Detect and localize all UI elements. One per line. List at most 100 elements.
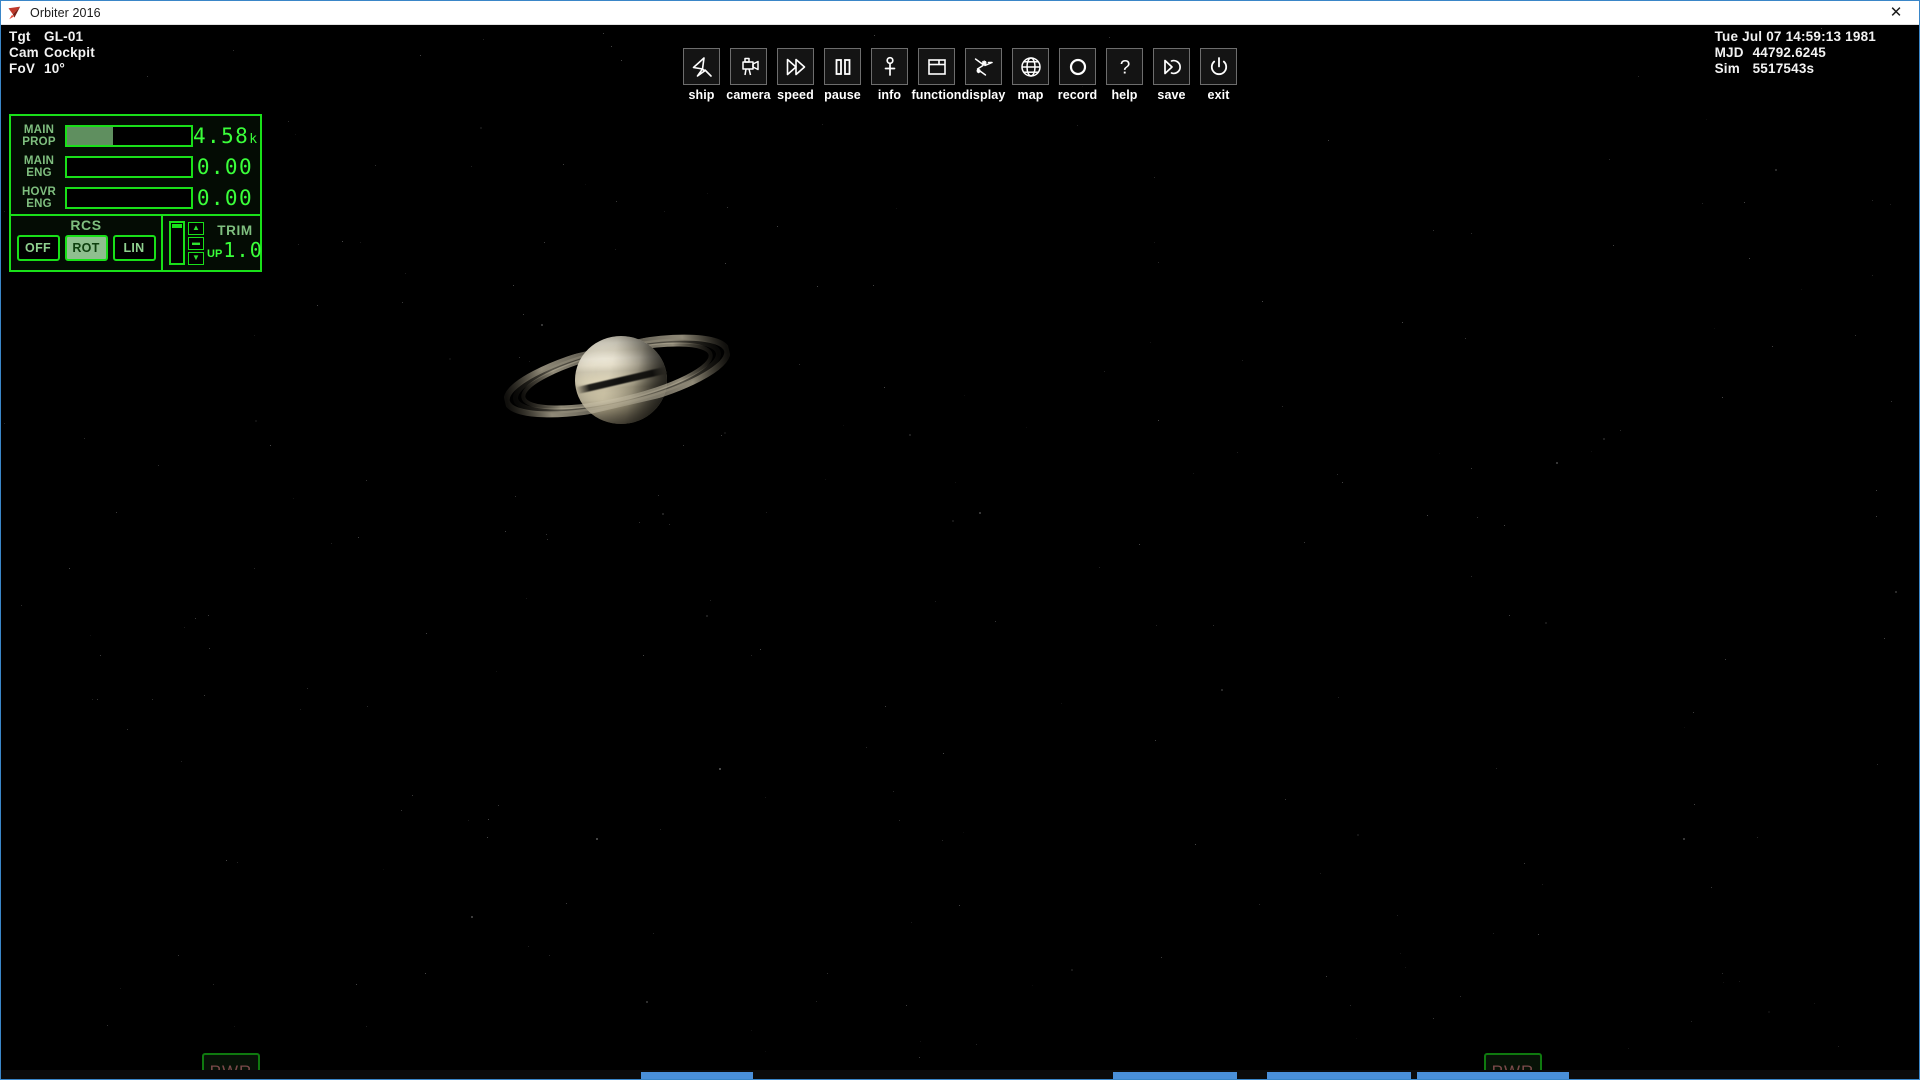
- pwr-right-button[interactable]: PWR: [1484, 1053, 1542, 1071]
- toolbar-item-speed[interactable]: speed: [772, 48, 819, 102]
- rcs-lin-button[interactable]: LIN: [112, 235, 156, 261]
- hud-sim-label: Sim: [1714, 61, 1740, 76]
- rcs-off-button[interactable]: OFF: [16, 235, 60, 261]
- star: [360, 242, 361, 243]
- star: [1237, 452, 1238, 453]
- hud-mjd-value: 44792.6245: [1752, 45, 1826, 60]
- rcs-title: RCS: [70, 217, 102, 233]
- trim-center-arrow[interactable]: ▬: [188, 236, 204, 250]
- star: [751, 655, 752, 656]
- pause-icon[interactable]: [824, 48, 861, 85]
- star: [405, 273, 406, 274]
- star: [526, 598, 527, 599]
- star: [204, 695, 205, 696]
- power-icon[interactable]: [1200, 48, 1237, 85]
- desktop-taskbar-strip[interactable]: [1, 1070, 1919, 1079]
- pwr-left-button[interactable]: PWR: [202, 1053, 260, 1071]
- star: [401, 810, 402, 811]
- constellation-icon[interactable]: [965, 48, 1002, 85]
- ship-icon[interactable]: [683, 48, 720, 85]
- star: [21, 605, 22, 606]
- star: [1285, 799, 1286, 800]
- fast-forward-icon[interactable]: [777, 48, 814, 85]
- star: [646, 1001, 648, 1003]
- star: [1139, 544, 1140, 545]
- toolbar-item-function[interactable]: function: [911, 48, 961, 102]
- hud-datetime-value: Tue Jul 07 14:59:13 1981: [1714, 29, 1876, 44]
- trim-down-arrow[interactable]: ▼: [188, 251, 204, 265]
- star: [496, 671, 497, 672]
- taskbar-chip[interactable]: [1113, 1072, 1237, 1079]
- star: [1884, 638, 1885, 639]
- star: [1722, 397, 1723, 398]
- rcs-rot-button[interactable]: ROT: [64, 235, 108, 261]
- star: [943, 753, 944, 754]
- star: [643, 655, 644, 656]
- star: [621, 60, 622, 61]
- globe-icon[interactable]: [1012, 48, 1049, 85]
- gauge-fill-main-prop: [67, 126, 113, 145]
- star: [1538, 934, 1539, 935]
- toolbar-label-pause: pause: [824, 88, 861, 102]
- star: [1493, 933, 1494, 934]
- star: [1542, 884, 1543, 885]
- star: [116, 512, 117, 513]
- toolbar-item-display[interactable]: display: [960, 48, 1007, 102]
- star: [1683, 838, 1685, 840]
- taskbar-chip[interactable]: [1417, 1072, 1569, 1079]
- star: [596, 838, 598, 840]
- camera-icon[interactable]: [730, 48, 767, 85]
- star: [1320, 873, 1321, 874]
- toolbar-item-map[interactable]: map: [1007, 48, 1054, 102]
- record-circle-icon[interactable]: [1059, 48, 1096, 85]
- star: [1891, 401, 1892, 402]
- star: [505, 531, 506, 532]
- window-icon[interactable]: [918, 48, 955, 85]
- toolbar-item-ship[interactable]: ship: [678, 48, 725, 102]
- toolbar-item-save[interactable]: save: [1148, 48, 1195, 102]
- question-mark-icon[interactable]: ?: [1106, 48, 1143, 85]
- save-arrow-icon[interactable]: [1153, 48, 1190, 85]
- star: [760, 649, 761, 650]
- star: [298, 244, 299, 245]
- star: [254, 568, 255, 569]
- trim-slider-knob[interactable]: [172, 223, 182, 228]
- toolbar-item-exit[interactable]: exit: [1195, 48, 1242, 102]
- taskbar-chip[interactable]: [641, 1072, 753, 1079]
- toolbar-label-info: info: [877, 88, 902, 102]
- star: [1876, 490, 1877, 491]
- info-person-icon[interactable]: [871, 48, 908, 85]
- rcs-control-group: RCS OFF ROT LIN: [11, 216, 163, 270]
- star: [1282, 406, 1283, 407]
- star: [1304, 542, 1305, 543]
- hud-fov-value: 10°: [44, 61, 66, 76]
- star: [402, 302, 403, 303]
- trim-slider[interactable]: [169, 221, 185, 265]
- gauge-value-main-prop: 4.58k: [193, 123, 258, 148]
- trim-value: 1.0: [223, 238, 264, 262]
- taskbar-chip[interactable]: [1267, 1072, 1411, 1079]
- star: [935, 601, 936, 602]
- star: [1262, 301, 1263, 302]
- toolbar-item-pause[interactable]: pause: [819, 48, 866, 102]
- toolbar-item-record[interactable]: record: [1054, 48, 1101, 102]
- star: [952, 520, 954, 522]
- star: [184, 627, 185, 628]
- star: [1433, 230, 1434, 231]
- toolbar-item-info[interactable]: info: [866, 48, 913, 102]
- star: [866, 747, 867, 748]
- star: [920, 1041, 921, 1042]
- trim-up-arrow[interactable]: ▲: [188, 221, 204, 235]
- simulation-viewport[interactable]: Tgt GL-01 Cam Cockpit FoV 10° Tue Jul 07 14…: [2, 26, 1918, 1071]
- star: [611, 46, 612, 47]
- star: [1460, 996, 1461, 997]
- star: [976, 1044, 977, 1045]
- toolbar-item-help[interactable]: ? help: [1101, 48, 1148, 102]
- toolbar-item-camera[interactable]: camera: [725, 48, 772, 102]
- main-toolbar: ship camera speed pause info function di…: [678, 48, 1242, 102]
- star: [546, 534, 547, 535]
- star: [1545, 622, 1547, 624]
- toolbar-label-speed: speed: [777, 88, 814, 102]
- close-icon[interactable]: ✕: [1873, 1, 1919, 25]
- star: [1801, 289, 1802, 290]
